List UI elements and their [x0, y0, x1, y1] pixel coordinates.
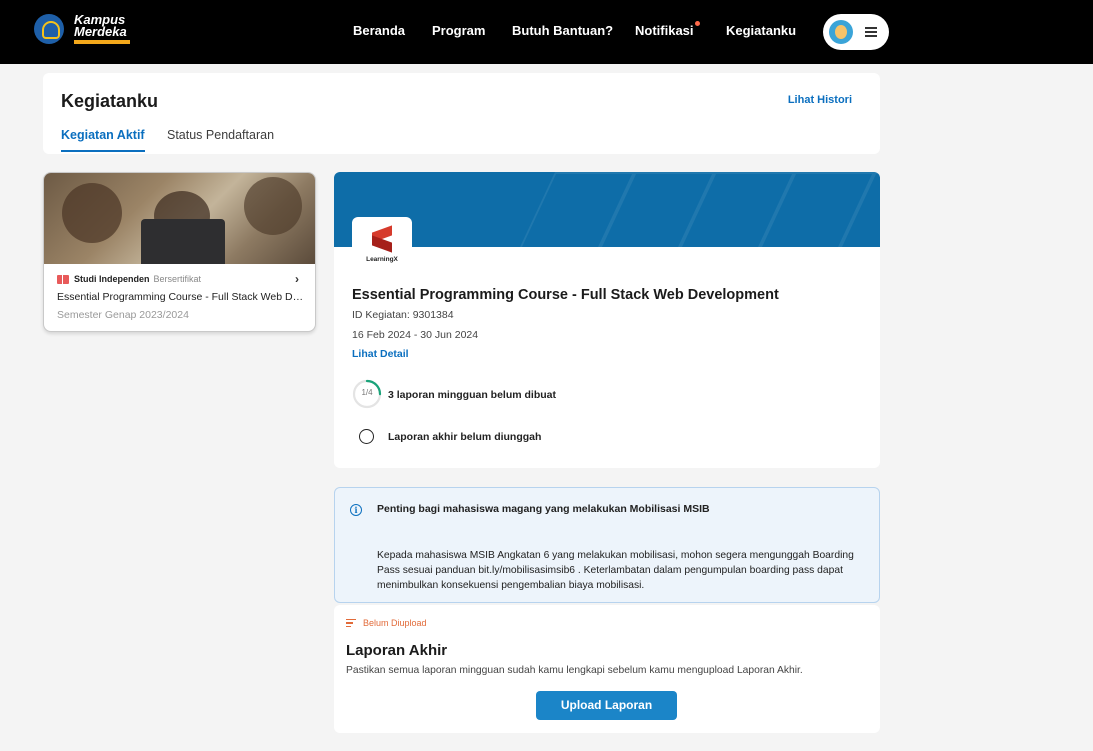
info-title: Penting bagi mahasiswa magang yang melak… — [377, 503, 710, 515]
activity-semester: Semester Genap 2023/2024 — [57, 309, 189, 321]
activity-type-label: Studi Independen — [74, 274, 150, 284]
final-report-description: Pastikan semua laporan mingguan sudah ka… — [346, 665, 803, 676]
hamburger-menu-icon — [865, 27, 877, 37]
chevron-right-icon[interactable]: › — [295, 272, 299, 286]
lihat-histori-link[interactable]: Lihat Histori — [788, 94, 852, 106]
final-report-card: Belum Diupload Laporan Akhir Pastikan se… — [334, 605, 880, 733]
activity-title: Essential Programming Course - Full Stac… — [352, 287, 779, 303]
upload-status-label: Belum Diupload — [363, 618, 427, 628]
notification-dot-icon — [694, 21, 700, 26]
weekly-progress-label: 1/4 — [361, 388, 373, 397]
activity-cover-photo — [44, 173, 315, 264]
final-report-title: Laporan Akhir — [346, 642, 448, 659]
activity-banner — [334, 172, 880, 247]
tab-status-pendaftaran[interactable]: Status Pendaftaran — [167, 128, 274, 150]
nav-butuh-bantuan[interactable]: Butuh Bantuan? — [512, 23, 613, 38]
activity-date-range: 16 Feb 2024 - 30 Jun 2024 — [352, 329, 479, 341]
logo-wordmark: Kampus Merdeka — [74, 13, 130, 44]
certified-badge: Bersertifikat — [153, 274, 202, 284]
upload-laporan-button[interactable]: Upload Laporan — [536, 691, 677, 720]
nav-program[interactable]: Program — [432, 23, 485, 38]
activity-type: Studi Independen Bersertifikat — [57, 274, 201, 284]
empty-circle-icon — [359, 429, 374, 444]
nav-notifikasi-label: Notifikasi — [635, 23, 694, 38]
photo-student-1 — [62, 183, 122, 243]
activity-card[interactable]: Studi Independen Bersertifikat › Essenti… — [43, 172, 316, 332]
nav-beranda[interactable]: Beranda — [353, 23, 405, 38]
lihat-detail-link[interactable]: Lihat Detail — [352, 348, 409, 360]
top-navbar: Kampus Merdeka Beranda Program Butuh Ban… — [0, 0, 1093, 64]
activity-id: ID Kegiatan: 9301384 — [352, 309, 454, 321]
tut-wuri-handayani-emblem-icon — [34, 14, 64, 44]
weekly-report-status: 3 laporan mingguan belum dibuat — [388, 389, 557, 401]
photo-student-3 — [244, 177, 302, 235]
edit-list-icon — [346, 618, 357, 628]
partner-name: LearningX — [366, 256, 398, 263]
partner-logo: LearningX — [352, 217, 412, 271]
info-notice: i Penting bagi mahasiswa magang yang mel… — [334, 487, 880, 603]
final-report-status: Laporan akhir belum diunggah — [388, 431, 542, 443]
learningx-logo-icon — [372, 229, 392, 251]
info-body: Kepada mahasiswa MSIB Angkatan 6 yang me… — [377, 550, 854, 591]
avatar — [829, 20, 853, 44]
upload-status: Belum Diupload — [346, 618, 427, 628]
activity-detail-card: LearningX Essential Programming Course -… — [334, 172, 880, 468]
nav-notifikasi[interactable]: Notifikasi — [635, 21, 700, 38]
activity-name: Essential Programming Course - Full Stac… — [57, 291, 307, 303]
logo-line-2: Merdeka — [74, 24, 127, 39]
photo-laptop — [141, 219, 225, 264]
page-title: Kegiatanku — [61, 91, 159, 111]
weekly-progress-ring: 1/4 — [352, 379, 382, 409]
logo-tagline-bar — [74, 40, 130, 44]
page-header-card: Kegiatanku Lihat Histori Kegiatan Aktif … — [43, 73, 880, 154]
info-icon: i — [350, 504, 362, 516]
nav-kegiatanku[interactable]: Kegiatanku — [726, 23, 796, 38]
tab-kegiatan-aktif[interactable]: Kegiatan Aktif — [61, 128, 145, 152]
book-icon — [57, 274, 69, 284]
user-menu-button[interactable] — [823, 14, 889, 50]
kampus-merdeka-logo[interactable]: Kampus Merdeka — [34, 13, 130, 44]
